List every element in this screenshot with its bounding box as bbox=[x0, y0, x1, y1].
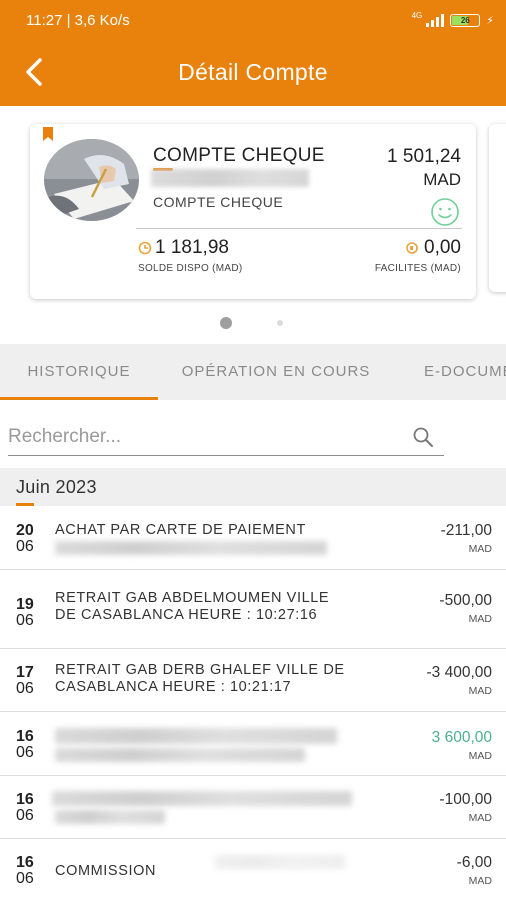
bookmark-icon bbox=[43, 127, 53, 141]
transaction-day: 19 bbox=[16, 596, 34, 613]
transaction-month: 06 bbox=[16, 744, 34, 761]
account-carousel[interactable]: COMPTE CHEQUE COMPTE CHEQUE 1 501,24 MAD… bbox=[0, 106, 506, 344]
status-time: 11:27 | 3,6 Ko/s bbox=[26, 11, 130, 29]
search-input[interactable] bbox=[8, 420, 398, 454]
transaction-currency: MAD bbox=[468, 685, 492, 697]
account-number-redacted bbox=[151, 169, 309, 187]
carousel-dot-active[interactable] bbox=[220, 317, 232, 329]
transaction-description: RETRAIT GAB ABDELMOUMEN VILLE DE CASABLA… bbox=[55, 590, 330, 623]
carousel-dot[interactable] bbox=[277, 320, 283, 326]
transaction-currency: MAD bbox=[468, 543, 492, 555]
transaction-amount: -3 400,00 bbox=[426, 664, 493, 681]
carousel-indicator bbox=[0, 316, 506, 330]
tab-historique[interactable]: HISTORIQUE bbox=[0, 344, 158, 400]
transaction-day: 16 bbox=[16, 854, 34, 871]
available-balance-label: SOLDE DISPO (MAD) bbox=[138, 263, 243, 274]
account-currency: MAD bbox=[423, 170, 461, 189]
transaction-day: 16 bbox=[16, 791, 34, 808]
redacted-text bbox=[215, 855, 345, 869]
transaction-row[interactable]: 16 06 3 600,00 MAD bbox=[0, 712, 506, 776]
transaction-month: 06 bbox=[16, 538, 34, 555]
smiley-icon bbox=[431, 198, 459, 226]
charging-icon: ⚡ bbox=[486, 14, 494, 27]
transaction-currency: MAD bbox=[468, 750, 492, 762]
transaction-amount: -500,00 bbox=[439, 592, 492, 609]
account-subtype: COMPTE CHEQUE bbox=[153, 194, 284, 210]
redacted-text bbox=[55, 728, 337, 744]
active-tab-indicator bbox=[0, 397, 158, 400]
transaction-amount: -6,00 bbox=[456, 854, 492, 871]
facilities-block: 0,00 FACILITES (MAD) bbox=[375, 237, 461, 274]
tab-operation-en-cours[interactable]: OPÉRATION EN COURS bbox=[158, 344, 394, 400]
redacted-text bbox=[55, 541, 327, 555]
transaction-description: RETRAIT GAB DERB GHALEF VILLE DE CASABLA… bbox=[55, 662, 345, 695]
transaction-currency: MAD bbox=[468, 875, 492, 887]
transaction-day: 16 bbox=[16, 728, 34, 745]
available-balance-block: 1 181,98 SOLDE DISPO (MAD) bbox=[138, 237, 243, 274]
transaction-row[interactable]: 17 06 RETRAIT GAB DERB GHALEF VILLE DE C… bbox=[0, 649, 506, 712]
search-icon[interactable] bbox=[412, 426, 434, 448]
transaction-month: 06 bbox=[16, 870, 34, 887]
transaction-month: 06 bbox=[16, 807, 34, 824]
transaction-amount: -211,00 bbox=[440, 522, 492, 539]
transaction-amount: -100,00 bbox=[439, 791, 492, 808]
transaction-currency: MAD bbox=[468, 613, 492, 625]
transaction-day: 17 bbox=[16, 664, 34, 681]
facilities-label: FACILITES (MAD) bbox=[374, 263, 461, 274]
month-label: Juin 2023 bbox=[16, 477, 97, 497]
redacted-text bbox=[55, 748, 305, 762]
transaction-currency: MAD bbox=[468, 812, 492, 824]
month-header: Juin 2023 bbox=[0, 468, 506, 506]
account-card[interactable]: COMPTE CHEQUE COMPTE CHEQUE 1 501,24 MAD… bbox=[30, 124, 476, 299]
redacted-text bbox=[52, 791, 352, 806]
transaction-row[interactable]: 20 06 ACHAT PAR CARTE DE PAIEMENT -211,0… bbox=[0, 506, 506, 570]
account-type: COMPTE CHEQUE bbox=[153, 145, 325, 166]
next-account-card[interactable] bbox=[489, 124, 506, 292]
card-divider bbox=[136, 228, 462, 229]
redacted-text bbox=[55, 810, 165, 824]
wallet-icon bbox=[138, 241, 152, 255]
coins-icon bbox=[406, 242, 418, 254]
available-balance: 1 181,98 bbox=[155, 237, 229, 258]
page-title: Détail Compte bbox=[178, 59, 328, 85]
status-icons: 4G 26 ⚡ bbox=[411, 10, 494, 27]
facilities-value: 0,00 bbox=[424, 237, 461, 258]
tab-bar: HISTORIQUE OPÉRATION EN COURS E-DOCUMENT… bbox=[0, 344, 506, 400]
network-type: 4G bbox=[411, 10, 423, 20]
transaction-description: ACHAT PAR CARTE DE PAIEMENT bbox=[55, 522, 306, 538]
transaction-month: 06 bbox=[16, 612, 34, 629]
transaction-row[interactable]: 19 06 RETRAIT GAB ABDELMOUMEN VILLE DE C… bbox=[0, 570, 506, 649]
account-photo bbox=[44, 139, 139, 221]
app-header: Détail Compte bbox=[0, 40, 506, 106]
transaction-month: 06 bbox=[16, 680, 34, 697]
search-bar bbox=[8, 420, 444, 456]
transaction-row[interactable]: 16 06 -100,00 MAD bbox=[0, 776, 506, 839]
signal-icon bbox=[426, 13, 445, 27]
tab-e-documents[interactable]: E-DOCUMENTS bbox=[424, 344, 506, 400]
account-balance: 1 501,24 bbox=[387, 146, 461, 167]
battery-icon: 26 bbox=[450, 13, 481, 27]
status-bar: 11:27 | 3,6 Ko/s 4G 26 ⚡ bbox=[0, 0, 506, 40]
transaction-amount: 3 600,00 bbox=[431, 729, 492, 746]
battery-level: 26 bbox=[460, 15, 470, 25]
transaction-row[interactable]: 16 06 COMMISSION -6,00 MAD bbox=[0, 839, 506, 900]
transaction-day: 20 bbox=[16, 522, 34, 539]
